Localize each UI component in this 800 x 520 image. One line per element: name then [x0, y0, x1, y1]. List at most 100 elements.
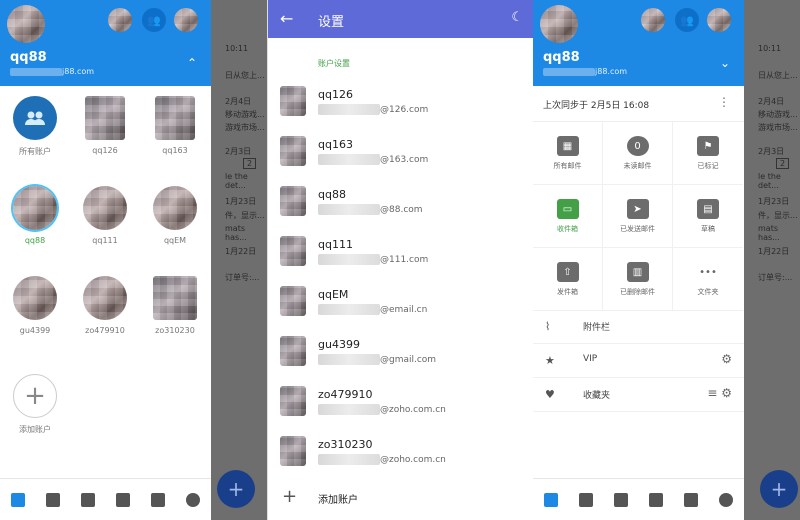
notes-icon[interactable]: [151, 492, 166, 507]
account-item[interactable]: gu4399: [0, 276, 70, 335]
avatar: [13, 186, 57, 230]
section-header: 账户设置: [318, 59, 350, 68]
account-switch-avatar[interactable]: [641, 8, 665, 32]
accounts-icon[interactable]: 👥: [675, 8, 699, 32]
folder-row-favorites[interactable]: ♥ 收藏夹 ≡ ⚙: [533, 378, 744, 412]
folder-row-attachments[interactable]: ⌇ 附件栏: [533, 310, 744, 344]
unread-count-icon: 0: [626, 136, 649, 156]
avatar: [153, 186, 197, 230]
moon-icon[interactable]: ☾: [511, 10, 523, 25]
settings-account-row[interactable]: qq111 @111.com: [268, 236, 533, 286]
list-item: 日从您上...: [758, 71, 798, 80]
list-item: le the det...: [225, 172, 248, 190]
current-avatar[interactable]: [7, 5, 45, 43]
account-item[interactable]: qq163: [140, 96, 210, 155]
more-horiz-icon: •••: [699, 266, 717, 278]
add-account-button[interactable]: + 添加账户: [0, 374, 70, 435]
flag-icon: ⚑: [697, 136, 719, 156]
count-badge: 2: [243, 158, 257, 169]
settings-pane: ← 设置 ☾ 账户设置 qq126 @126.com qq163 @163.co…: [267, 0, 533, 520]
contacts-icon[interactable]: [80, 492, 95, 507]
background-mail-list: 10:11 日从您上... 2月4日 移动游戏... 游戏市场... 2月3日 …: [211, 0, 267, 520]
account-switch-avatar[interactable]: [707, 8, 731, 32]
star-icon: ★: [545, 354, 555, 367]
mail-icon[interactable]: [10, 492, 25, 507]
folder-flagged[interactable]: ⚑ 已标记: [673, 122, 743, 185]
count-badge: 2: [776, 158, 790, 169]
list-item: mats has...: [758, 224, 780, 242]
list-item: 件，显示...: [758, 211, 798, 220]
tasks-icon[interactable]: [649, 492, 664, 507]
current-avatar[interactable]: [540, 5, 578, 43]
settings-icon[interactable]: [186, 492, 201, 507]
avatar: [85, 96, 125, 140]
tasks-icon[interactable]: [116, 492, 131, 507]
avatar: [280, 136, 306, 166]
settings-account-row[interactable]: zo479910 @zoho.com.cn: [268, 386, 533, 436]
folder-drafts[interactable]: ▤ 草稿: [673, 185, 743, 248]
compose-fab[interactable]: +: [760, 470, 798, 508]
folder-inbox[interactable]: ▭ 收件箱: [533, 185, 603, 248]
account-switch-avatar[interactable]: [108, 8, 132, 32]
folder-folders[interactable]: ••• 文件夹: [673, 248, 743, 311]
folder-all-mail[interactable]: ▦ 所有邮件: [533, 122, 603, 185]
folder-outbox[interactable]: ⇧ 发件箱: [533, 248, 603, 311]
account-switch-avatar[interactable]: [174, 8, 198, 32]
outbox-icon: ⇧: [556, 262, 579, 282]
trash-icon: ▥: [626, 262, 649, 282]
mail-icon[interactable]: [543, 492, 558, 507]
compose-fab[interactable]: +: [217, 470, 255, 508]
chevron-down-icon[interactable]: ⌄: [720, 56, 730, 70]
tune-icon[interactable]: ⚙: [721, 352, 732, 366]
folder-sent[interactable]: ➤ 已发送邮件: [603, 185, 673, 248]
account-item[interactable]: qq111: [70, 186, 140, 245]
settings-account-row[interactable]: qq88 @88.com: [268, 186, 533, 236]
avatar: [83, 186, 127, 230]
account-email: j88.com: [543, 67, 627, 76]
settings-account-row[interactable]: zo310230 @zoho.com.cn: [268, 436, 533, 486]
account-name: qq88: [10, 50, 47, 65]
list-item: 2月3日: [758, 147, 785, 156]
settings-account-row[interactable]: qq126 @126.com: [268, 86, 533, 136]
list-item: le the det...: [758, 172, 781, 190]
inbox-icon: ▭: [556, 199, 579, 219]
calendar-icon[interactable]: [45, 492, 60, 507]
settings-account-row[interactable]: qq163 @163.com: [268, 136, 533, 186]
settings-toolbar: ← 设置 ☾: [268, 0, 533, 38]
add-account-row[interactable]: + 添加账户: [268, 486, 533, 512]
bottom-nav: [533, 478, 744, 520]
back-arrow-icon[interactable]: ←: [280, 9, 293, 28]
account-item[interactable]: zo479910: [70, 276, 140, 335]
settings-icon[interactable]: [719, 492, 734, 507]
list-item: 件，显示...: [225, 211, 265, 220]
all-accounts-icon: [13, 96, 57, 140]
settings-account-row[interactable]: qqEM @email.cn: [268, 286, 533, 336]
more-vert-icon[interactable]: ⋮: [718, 95, 730, 109]
account-item[interactable]: zo310230: [140, 276, 210, 335]
avatar: [280, 236, 306, 266]
plus-icon: +: [13, 374, 57, 418]
list-item: 日从您上...: [225, 71, 265, 80]
attachment-icon: ⌇: [545, 320, 551, 333]
settings-account-row[interactable]: gu4399 @gmail.com: [268, 336, 533, 386]
contacts-icon[interactable]: [613, 492, 628, 507]
account-item[interactable]: qqEM: [140, 186, 210, 245]
accounts-icon[interactable]: 👥: [142, 8, 166, 32]
folder-row-vip[interactable]: ★ VIP ⚙: [533, 344, 744, 378]
folder-trash[interactable]: ▥ 已删除邮件: [603, 248, 673, 311]
notes-icon[interactable]: [684, 492, 699, 507]
sort-tune-icons[interactable]: ≡ ⚙: [707, 386, 732, 400]
folder-unread[interactable]: 0 未读邮件: [603, 122, 673, 185]
account-item[interactable]: qq126: [70, 96, 140, 155]
avatar: [153, 276, 197, 320]
plus-icon: +: [282, 486, 298, 507]
calendar-icon[interactable]: [578, 492, 593, 507]
list-item: 1月22日: [758, 247, 790, 256]
account-item-selected[interactable]: qq88: [0, 186, 70, 245]
account-name: qq88: [543, 50, 580, 65]
list-item: 10:11: [225, 44, 249, 53]
screenshot-root: 10:11 日从您上... 2月4日 移动游戏... 游戏市场... 2月3日 …: [0, 0, 800, 520]
chevron-up-icon[interactable]: ⌃: [187, 56, 197, 70]
account-item-all[interactable]: 所有账户: [0, 96, 70, 157]
account-email: j88.com: [10, 67, 94, 76]
